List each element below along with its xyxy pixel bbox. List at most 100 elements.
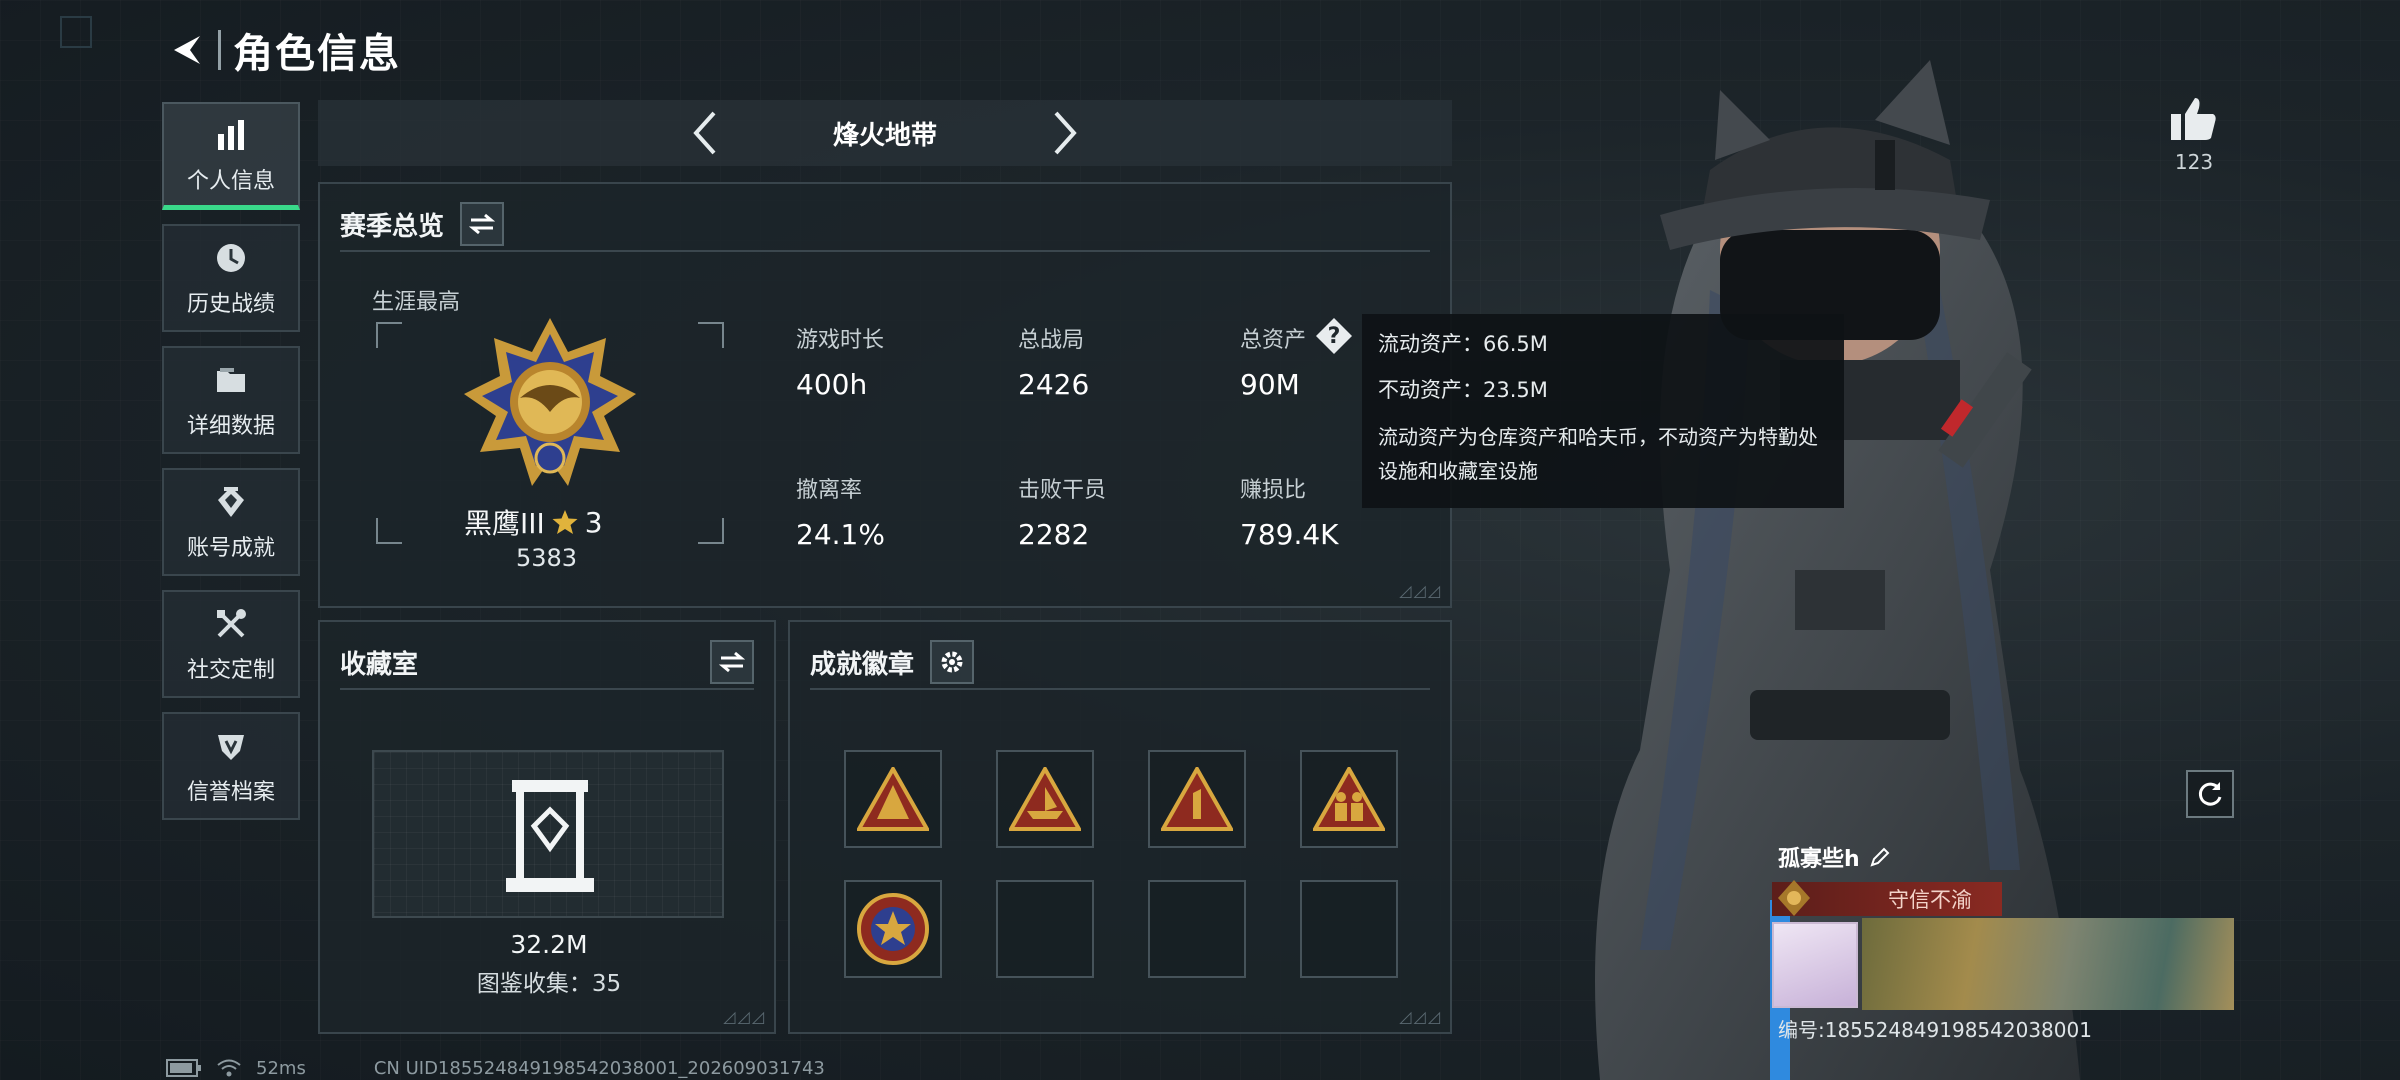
header: 角色信息 <box>160 20 401 80</box>
thumbs-up-icon <box>2171 98 2216 140</box>
wifi-icon <box>217 1059 241 1077</box>
stat-label: 总战局 <box>1018 328 1085 353</box>
player-avatar[interactable] <box>1772 922 1858 1008</box>
stat-play-time: 游戏时长 400h <box>796 322 884 401</box>
tools-icon <box>211 604 251 644</box>
badges-title: 成就徽章 <box>810 649 915 680</box>
sidebar-item-achievements[interactable]: 账号成就 <box>162 468 300 576</box>
sidebar-item-details[interactable]: 详细数据 <box>162 346 300 454</box>
frame-corner <box>698 518 724 544</box>
chevron-left-icon <box>693 111 716 155</box>
panel-corner-mark: ◿◿◿ <box>723 1007 766 1026</box>
refresh-button[interactable] <box>2186 770 2234 818</box>
soldiers-badge-icon <box>1313 767 1385 831</box>
star-emblem-badge-icon <box>857 893 929 965</box>
sidebar-item-label: 详细数据 <box>186 414 275 439</box>
stat-label: 击败干员 <box>1018 478 1107 503</box>
rank-line: 黑鹰III 3 <box>464 502 603 542</box>
player-name-row: 孤寡些h <box>1778 838 1892 876</box>
season-switch-button[interactable] <box>460 202 505 246</box>
badge-slot-6-empty[interactable] <box>996 880 1094 978</box>
mode-name: 烽火地带 <box>832 120 937 151</box>
badge-slot-4[interactable] <box>1300 750 1398 848</box>
reputation-emblem-icon <box>1778 880 1810 916</box>
badge-slot-8-empty[interactable] <box>1300 880 1398 978</box>
sidebar: 个人信息 历史战绩 详细数据 账号成就 社交定制 信誉档案 <box>162 102 300 834</box>
refresh-icon <box>2198 782 2222 806</box>
rank-stars: 3 <box>584 505 603 539</box>
clock-icon <box>211 238 251 278</box>
rank-medal-icon <box>464 318 636 486</box>
badges-header: 成就徽章 <box>810 636 1430 690</box>
ping-value: 52ms <box>256 1057 306 1079</box>
badge-slot-1[interactable] <box>844 750 942 848</box>
player-name: 孤寡些h <box>1778 847 1860 872</box>
badge-slot-5[interactable] <box>844 880 942 978</box>
mode-next-button[interactable] <box>1035 103 1095 163</box>
reputation-tag-label: 守信不渝 <box>1888 888 1972 912</box>
swap-icon <box>719 651 745 673</box>
page-title: 角色信息 <box>233 31 401 77</box>
frame-corner <box>376 322 402 348</box>
stat-extract-rate: 撤离率 24.1% <box>796 472 885 551</box>
stat-label: 撤离率 <box>796 478 863 503</box>
stat-label: 游戏时长 <box>796 328 885 353</box>
panel-corner-mark: ◿◿◿ <box>1399 1007 1442 1026</box>
collection-vault[interactable] <box>372 750 724 918</box>
ship-badge-icon <box>1009 767 1081 831</box>
player-banner <box>1862 918 2234 1010</box>
sidebar-item-label: 社交定制 <box>186 658 275 683</box>
sidebar-item-reputation[interactable]: 信誉档案 <box>162 712 300 820</box>
edit-pencil-icon[interactable] <box>1868 845 1892 869</box>
stat-total-matches: 总战局 2426 <box>1018 322 1089 401</box>
collection-value: 32.2M <box>510 930 588 959</box>
sidebar-item-social[interactable]: 社交定制 <box>162 590 300 698</box>
panel-corner-mark: ◿◿◿ <box>1399 581 1442 600</box>
sidebar-item-label: 个人信息 <box>186 168 275 194</box>
badge-slot-3[interactable] <box>1148 750 1246 848</box>
sidebar-item-personal-info[interactable]: 个人信息 <box>162 102 300 210</box>
swap-icon <box>469 213 496 235</box>
shield-icon <box>211 726 251 766</box>
back-arrow-icon <box>174 36 200 64</box>
collection-count: 图鉴收集：35 <box>476 971 622 997</box>
star-icon <box>552 510 578 534</box>
stat-value: 90M <box>1240 368 1300 401</box>
badge-slot-2[interactable] <box>996 750 1094 848</box>
stat-value: 400h <box>796 368 868 401</box>
mode-prev-button[interactable] <box>675 103 735 163</box>
season-overview-panel: 赛季总览 生涯最高 黑鹰III 3 5383 游戏时长 400h 总战局 242… <box>318 182 1452 608</box>
number-one-badge-icon <box>1161 767 1233 831</box>
stat-value: 2282 <box>1018 518 1090 551</box>
player-card[interactable]: 孤寡些h 守信不渝 编号:18552484919854203800​1 <box>1772 838 2234 1058</box>
assets-help-button[interactable]: ? <box>1316 318 1352 354</box>
like-button[interactable]: 123 <box>2160 96 2228 174</box>
collection-panel: 收藏室 32.2M 图鉴收集：35 ◿◿◿ <box>318 620 776 1034</box>
sidebar-item-label: 账号成就 <box>186 536 275 561</box>
sidebar-item-label: 历史战绩 <box>186 292 275 317</box>
collection-switch-button[interactable] <box>710 640 754 684</box>
stat-value: 2426 <box>1018 368 1090 401</box>
folder-icon <box>211 360 251 400</box>
bar-chart-icon <box>211 115 251 155</box>
sidebar-item-history[interactable]: 历史战绩 <box>162 224 300 332</box>
collection-title: 收藏室 <box>340 649 419 680</box>
back-button[interactable] <box>160 24 212 76</box>
player-uid: 编号:18552484919854203800​1 <box>1778 1018 2092 1042</box>
title-separator <box>218 30 221 70</box>
tooltip-fixed-assets: 不动资产：23.5M <box>1378 378 1548 402</box>
sidebar-item-label: 信誉档案 <box>186 780 275 805</box>
badge-slot-7-empty[interactable] <box>1148 880 1246 978</box>
badges-settings-button[interactable] <box>930 640 975 684</box>
frame-corner <box>376 518 402 544</box>
build-info: CN UID18552484919854203800​1_20260903174… <box>373 1057 825 1079</box>
achievement-icon <box>211 482 251 522</box>
career-best-label: 生涯最高 <box>372 290 461 315</box>
status-bar: 52ms CN UID18552484919854203800​1_202609… <box>166 1056 825 1080</box>
tooltip-liquid-assets: 流动资产：66.5M <box>1378 332 1548 356</box>
mountain-badge-icon <box>857 767 929 831</box>
stat-kills: 击败干员 2282 <box>1018 472 1106 551</box>
tooltip-note: 流动资产为仓库资产和哈夫币，不动资产为特勤处设施和收藏室设施 <box>1378 425 1818 483</box>
rank-score: 5383 <box>516 544 578 572</box>
stat-value: 24.1% <box>796 518 885 551</box>
